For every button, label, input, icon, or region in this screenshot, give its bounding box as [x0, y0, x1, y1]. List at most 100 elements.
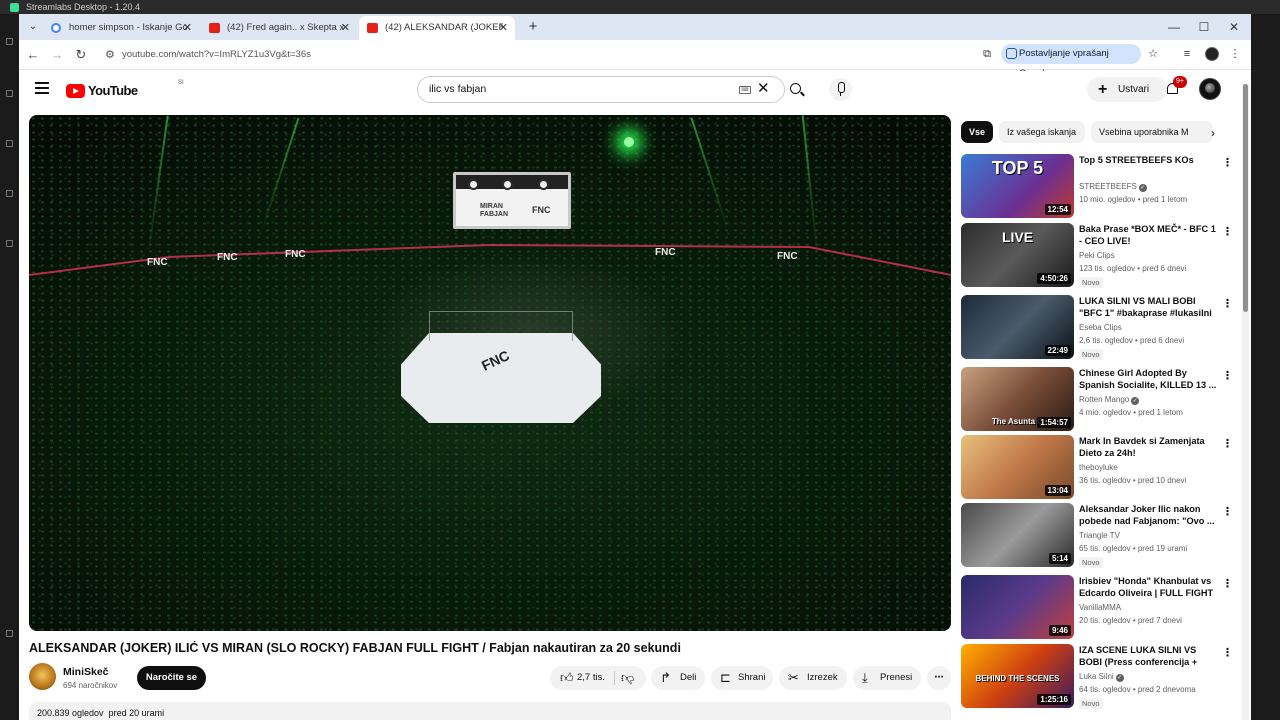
- recommendation-channel: Eseba Clips: [1079, 323, 1122, 332]
- subscribe-button[interactable]: Naročite se: [137, 666, 206, 690]
- duration-badge: 9:46: [1048, 625, 1071, 636]
- streamlabs-icon: [10, 3, 19, 12]
- strip-icon: [6, 140, 13, 147]
- bookmark-icon: ⊏: [720, 670, 731, 685]
- browser-menu-icon[interactable]: ⋮: [1227, 46, 1243, 62]
- voice-search-button[interactable]: [829, 78, 852, 101]
- more-options-icon[interactable]: ⋮: [1222, 437, 1233, 450]
- back-button[interactable]: ←: [24, 46, 42, 64]
- browser-tab[interactable]: (42) Fred again.. x Skepta x Pla ✕: [201, 16, 357, 40]
- banner-brand-text: FNC: [217, 252, 238, 263]
- video-thumbnail[interactable]: 9:46: [961, 575, 1074, 639]
- more-options-icon[interactable]: ⋮: [1222, 505, 1233, 518]
- search-button[interactable]: [774, 76, 818, 103]
- chip-from-user[interactable]: Vsebina uporabnika M: [1091, 121, 1213, 143]
- more-options-icon[interactable]: ⋮: [1222, 369, 1233, 382]
- recommendation-card[interactable]: BEHIND THE SCENES 1:25:16 IZA SCENE LUKA S…: [961, 644, 1233, 709]
- channel-name[interactable]: MiniSkeč: [63, 666, 109, 678]
- cast-icon[interactable]: ⧉: [979, 46, 995, 62]
- description-box[interactable]: 200.839 ogledov pred 20 urami: [29, 702, 951, 720]
- more-options-icon[interactable]: ⋮: [1222, 156, 1233, 169]
- search-input[interactable]: ilic vs fabjan ⌨ ✕: [417, 76, 785, 103]
- duration-badge: 1:54:57: [1037, 417, 1071, 428]
- video-thumbnail[interactable]: TOP 5 12:54: [961, 154, 1074, 218]
- recommendation-card[interactable]: 9:46 Irisbiev "Honda" Khanbulat vs Edcard…: [961, 575, 1233, 639]
- create-label: Ustvari: [1118, 84, 1150, 95]
- close-window-button[interactable]: ✕: [1221, 17, 1247, 37]
- more-options-icon[interactable]: ⋮: [1222, 297, 1233, 310]
- related-chips: Vse Iz vašega iskanja Vsebina uporabnika…: [961, 121, 1223, 143]
- close-tab-icon[interactable]: ✕: [499, 16, 508, 40]
- like-count[interactable]: 2,7 tis.: [577, 666, 605, 690]
- video-thumbnail[interactable]: 5:14: [961, 503, 1074, 567]
- recommendation-card[interactable]: LIVE 4:50:26 Baka Prase *BOX MEČ* - BFC 1 …: [961, 223, 1233, 288]
- duration-badge: 1:25:16: [1037, 694, 1071, 705]
- new-badge: Novo: [1079, 349, 1103, 360]
- profile-icon[interactable]: [1205, 47, 1219, 61]
- recommendation-card[interactable]: 13:04 Mark In Bavdek si Zamenjata Dieto z…: [961, 435, 1233, 499]
- dislike-icon[interactable]: 👎︎: [621, 666, 634, 690]
- new-tab-button[interactable]: +: [523, 17, 543, 37]
- more-actions-button[interactable]: ⋯: [927, 666, 951, 690]
- download-button[interactable]: ⤓ Prenesi: [853, 666, 921, 690]
- recommendation-meta: 64 tis. ogledov • pred 2 dnevoma: [1079, 685, 1196, 694]
- minimize-button[interactable]: —: [1161, 17, 1187, 37]
- share-icon: ↱: [660, 670, 671, 685]
- recommendation-title: Aleksandar Joker Ilic nakon pobede nad F…: [1079, 504, 1215, 526]
- video-thumbnail[interactable]: 13:04: [961, 435, 1074, 499]
- notifications-button[interactable]: 9+: [1164, 76, 1187, 99]
- recommendation-channel: Peki Clips: [1079, 251, 1115, 260]
- more-options-icon[interactable]: ⋮: [1222, 577, 1233, 590]
- reading-list-icon[interactable]: ≡: [1179, 46, 1195, 62]
- page-scrollbar[interactable]: [1242, 84, 1249, 720]
- chevron-right-icon[interactable]: ›: [1211, 126, 1215, 140]
- chip-all[interactable]: Vse: [961, 121, 993, 143]
- chip-from-search[interactable]: Iz vašega iskanja: [999, 121, 1085, 143]
- ask-google-button[interactable]: Postavljanje vprašanj Googlu: [1001, 44, 1141, 79]
- clear-search-icon[interactable]: ✕: [757, 80, 770, 98]
- strip-icon: [6, 190, 13, 197]
- clip-button[interactable]: ✂ Izrezek: [779, 666, 847, 690]
- forward-button[interactable]: →: [48, 46, 66, 64]
- menu-icon[interactable]: [35, 82, 49, 96]
- stage-light: [624, 137, 634, 147]
- recommendation-channel: Triangle TV: [1079, 531, 1120, 540]
- maximize-button[interactable]: ☐: [1191, 17, 1217, 37]
- strip-icon: [6, 38, 13, 45]
- save-button[interactable]: ⊏ Shrani: [711, 666, 773, 690]
- recommendation-card[interactable]: 22:49 LUKA SILNI VS MALI BOBI "BFC 1" #ba…: [961, 295, 1233, 360]
- recommendation-card[interactable]: The Asunta C 1:54:57 Chinese Girl Adopted …: [961, 367, 1233, 431]
- logo-country: SI: [178, 80, 184, 86]
- account-avatar[interactable]: [1199, 78, 1221, 100]
- browser-tab-active[interactable]: (42) ALEKSANDAR (JOKER) ILIĆ ✕: [359, 16, 515, 40]
- create-button[interactable]: + Ustvari: [1087, 77, 1167, 102]
- video-thumbnail[interactable]: The Asunta C 1:54:57: [961, 367, 1074, 431]
- more-options-icon[interactable]: ⋮: [1222, 225, 1233, 238]
- banner-brand-text: FNC: [655, 247, 676, 258]
- video-thumbnail[interactable]: LIVE 4:50:26: [961, 223, 1074, 287]
- close-tab-icon[interactable]: ✕: [341, 16, 350, 40]
- download-label: Prenesi: [880, 672, 913, 683]
- youtube-icon: [209, 23, 220, 33]
- recommendation-card[interactable]: 5:14 Aleksandar Joker Ilic nakon pobede n…: [961, 503, 1233, 568]
- duration-badge: 5:14: [1048, 553, 1071, 564]
- video-player[interactable]: FNC FNC FNC FNC FNC MIRAN FABJAN FNC FNC: [29, 115, 951, 631]
- like-icon[interactable]: 👍︎: [560, 666, 574, 690]
- url-field[interactable]: ⚙ youtube.com/watch?v=ImRLYZ1u3Vg&t=36s: [97, 44, 1065, 66]
- recommendation-meta: 65 tis. ogledov • pred 19 urami: [1079, 544, 1188, 553]
- bookmark-star-icon[interactable]: ☆: [1145, 46, 1161, 62]
- reload-button[interactable]: ↻: [72, 46, 90, 64]
- more-options-icon[interactable]: ⋮: [1222, 646, 1233, 659]
- channel-avatar[interactable]: [29, 663, 56, 690]
- share-button[interactable]: ↱ Deli: [651, 666, 705, 690]
- video-thumbnail[interactable]: 22:49: [961, 295, 1074, 359]
- site-info-icon[interactable]: ⚙: [105, 48, 115, 61]
- recommendation-meta: 10 mio. ogledov • pred 1 letom: [1079, 195, 1188, 204]
- keyboard-icon[interactable]: ⌨: [739, 86, 751, 94]
- close-tab-icon[interactable]: ✕: [183, 16, 192, 40]
- recommendation-meta: 123 tis. ogledov • pred 6 dnevi: [1079, 264, 1187, 273]
- recommendation-card[interactable]: TOP 5 12:54 Top 5 STREETBEEFS KOs STREETBEE…: [961, 154, 1233, 218]
- browser-tab[interactable]: homer simpson - Iskanje Googl ✕: [43, 16, 199, 40]
- video-thumbnail[interactable]: BEHIND THE SCENES 1:25:16: [961, 644, 1074, 708]
- tab-search-button[interactable]: ⌄: [25, 19, 41, 35]
